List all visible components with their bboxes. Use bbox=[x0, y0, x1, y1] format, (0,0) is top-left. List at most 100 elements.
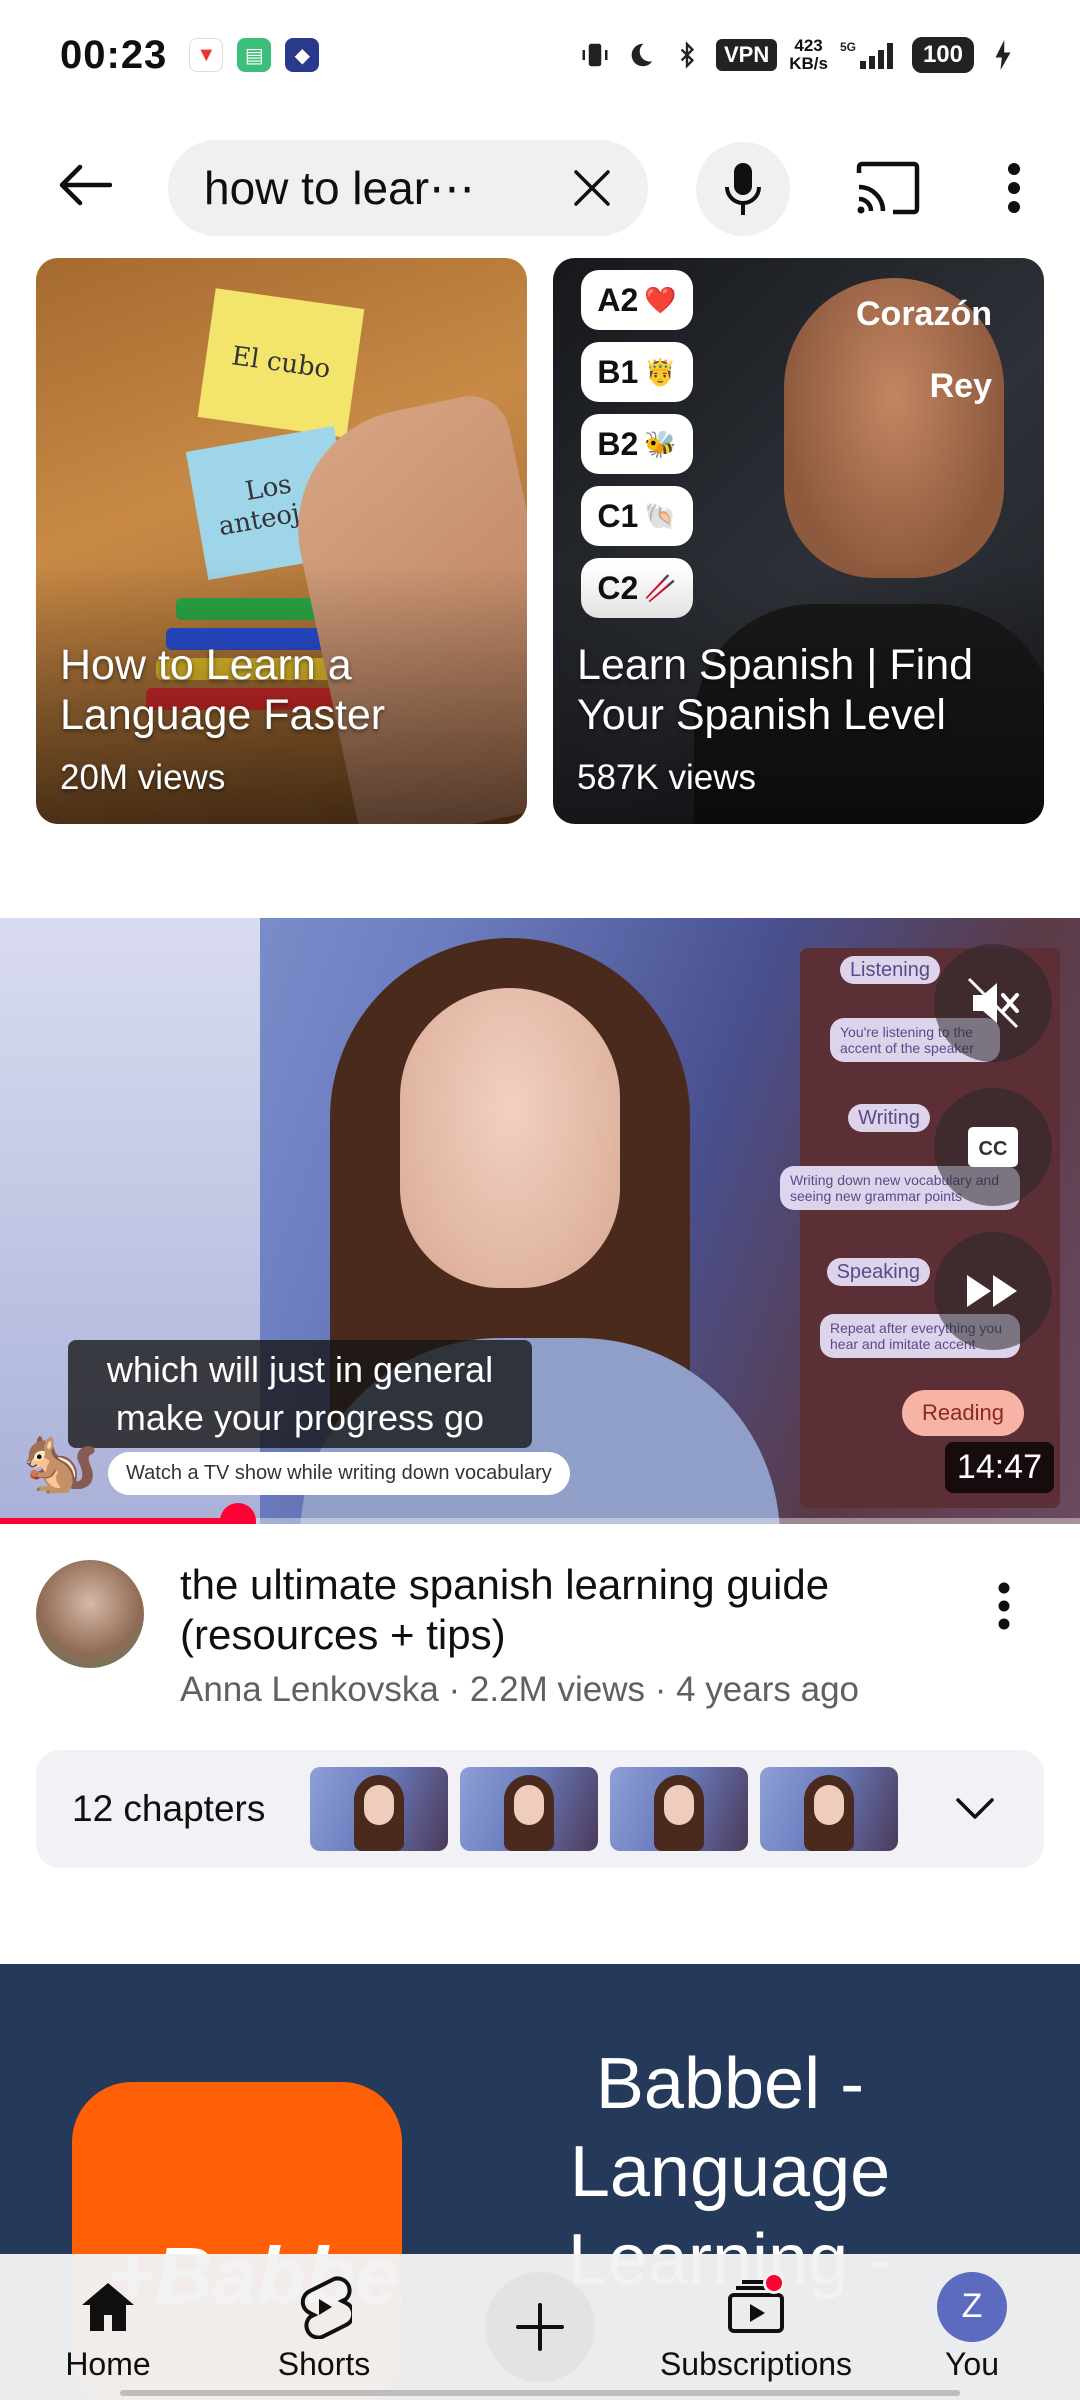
app-notification-icon: ▼ bbox=[189, 38, 224, 72]
chapter-thumbnail[interactable] bbox=[310, 1767, 448, 1851]
vpn-badge: VPN bbox=[715, 39, 778, 71]
app-notification-icon: ◆ bbox=[285, 38, 320, 72]
channel-avatar[interactable] bbox=[36, 1560, 144, 1668]
nav-create[interactable] bbox=[440, 2272, 640, 2382]
video-progress-bar[interactable] bbox=[0, 1503, 1080, 1524]
search-header: how to lear⋯ bbox=[0, 130, 1080, 240]
video-note: Listening bbox=[839, 956, 940, 984]
short-title: Learn Spanish | Find Your Spanish Level bbox=[577, 641, 974, 739]
more-options-button[interactable] bbox=[986, 152, 1042, 224]
nav-you[interactable]: Z You bbox=[872, 2271, 1072, 2383]
video-note: Writing bbox=[848, 1104, 930, 1132]
nav-label: Shorts bbox=[277, 2345, 371, 2382]
chapter-thumbnails bbox=[310, 1767, 898, 1851]
short-card[interactable]: A2❤️ B1🤴 B2🐝 C1🐚 C2🥢 Corazón Rey Learn S… bbox=[553, 258, 1044, 824]
shorts-icon bbox=[289, 2272, 359, 2342]
closed-captions-icon: CC bbox=[968, 1127, 1018, 1167]
nav-label: Subscriptions bbox=[659, 2345, 853, 2382]
shorts-shelf: El cubo Los anteojos How to Learn a Lang… bbox=[36, 258, 1044, 824]
gesture-bar[interactable] bbox=[120, 2390, 960, 2396]
vertical-dots-icon bbox=[998, 1582, 1010, 1630]
network-type: 5G bbox=[840, 40, 856, 54]
short-views: 587K views bbox=[577, 758, 756, 797]
chapter-thumbnail[interactable] bbox=[460, 1767, 598, 1851]
nav-label: Home bbox=[65, 2345, 151, 2382]
bee-emoji-icon: 🐝 bbox=[644, 428, 677, 459]
video-title[interactable]: the ultimate spanish learning guide (res… bbox=[180, 1560, 940, 1660]
status-indicators: VPN 423 KB/s 5G 100 bbox=[578, 37, 1020, 73]
captions-button[interactable]: CC bbox=[934, 1088, 1052, 1206]
video-info[interactable]: the ultimate spanish learning guide (res… bbox=[0, 1560, 1080, 1720]
volume-muted-icon bbox=[967, 977, 1019, 1029]
level-badge: A2 ❤️ bbox=[581, 270, 693, 330]
video-note: Watch a TV show while writing down vocab… bbox=[108, 1452, 570, 1495]
level-label: A2 bbox=[597, 281, 639, 318]
notification-dot bbox=[763, 2271, 785, 2294]
chapters-count: 12 chapters bbox=[72, 1788, 266, 1829]
status-bar: 00:23 ▼ ▤ ◆ VPN 423 KB/s 5G 100 bbox=[0, 0, 1080, 110]
level-badge: B1 🤴 bbox=[581, 342, 693, 402]
video-player[interactable]: Listening You're listening to the accent… bbox=[0, 918, 1080, 1524]
view-count: 2.2M views bbox=[469, 1670, 645, 1709]
separator-dot: · bbox=[448, 1670, 470, 1709]
fast-forward-button[interactable] bbox=[934, 1232, 1052, 1350]
vibrate-icon bbox=[578, 38, 612, 72]
video-note: Speaking bbox=[826, 1258, 930, 1286]
user-avatar: Z bbox=[937, 2271, 1007, 2342]
video-menu-button[interactable] bbox=[984, 1576, 1024, 1636]
overlay-line: Corazón bbox=[856, 295, 992, 333]
prince-emoji-icon: 🤴 bbox=[644, 356, 677, 387]
nav-home[interactable]: Home bbox=[8, 2272, 208, 2383]
chapter-thumbnail[interactable] bbox=[610, 1767, 748, 1851]
search-input[interactable]: how to lear⋯ bbox=[168, 140, 648, 236]
clear-search-button[interactable] bbox=[564, 160, 620, 216]
level-label: B1 bbox=[597, 353, 639, 390]
status-app-icons: ▼ ▤ ◆ bbox=[189, 38, 320, 72]
level-label: C1 bbox=[597, 497, 639, 534]
microphone-icon bbox=[725, 163, 761, 215]
mute-button[interactable] bbox=[934, 944, 1052, 1062]
battery-level: 100 bbox=[911, 37, 974, 73]
squirrel-icon: 🐿️ bbox=[22, 1428, 100, 1497]
level-label: B2 bbox=[597, 425, 639, 462]
video-note: Reading bbox=[902, 1390, 1024, 1436]
chapter-thumbnail[interactable] bbox=[760, 1767, 898, 1851]
plus-icon bbox=[516, 2303, 564, 2351]
short-card[interactable]: El cubo Los anteojos How to Learn a Lang… bbox=[36, 258, 527, 824]
voice-search-button[interactable] bbox=[696, 142, 790, 236]
fast-forward-icon bbox=[967, 1275, 1017, 1307]
video-duration: 14:47 bbox=[944, 1442, 1054, 1493]
separator-dot: · bbox=[654, 1670, 677, 1709]
short-views: 20M views bbox=[60, 758, 226, 797]
signal-icon: 5G bbox=[840, 38, 900, 72]
nav-subscriptions[interactable]: Subscriptions bbox=[656, 2271, 856, 2383]
expand-chapters-button[interactable] bbox=[950, 1784, 1000, 1834]
nav-shorts[interactable]: Shorts bbox=[224, 2272, 424, 2383]
channel-name[interactable]: Anna Lenkovska bbox=[180, 1670, 439, 1709]
bottom-navigation: Home Shorts Subscriptions Z You bbox=[0, 2254, 1080, 2400]
network-speed: 423 KB/s bbox=[789, 37, 828, 73]
speed-value: 423 bbox=[794, 36, 823, 55]
dnd-moon-icon bbox=[624, 38, 658, 72]
status-time: 00:23 bbox=[60, 32, 168, 77]
charging-icon bbox=[986, 38, 1020, 72]
chapters-bar[interactable]: 12 chapters bbox=[36, 1750, 1044, 1868]
create-button[interactable] bbox=[485, 2272, 595, 2382]
overlay-line: Rey bbox=[929, 367, 992, 405]
svg-text:CC: CC bbox=[979, 1138, 1008, 1160]
cast-button[interactable] bbox=[848, 152, 928, 224]
heart-emoji-icon: ❤️ bbox=[644, 284, 677, 315]
bluetooth-icon bbox=[670, 38, 704, 72]
upload-age: 4 years ago bbox=[676, 1670, 860, 1709]
video-metadata: Anna Lenkovska · 2.2M views · 4 years ag… bbox=[180, 1670, 859, 1710]
close-icon bbox=[574, 170, 610, 206]
app-notification-icon: ▤ bbox=[237, 38, 272, 72]
shell-emoji-icon: 🐚 bbox=[644, 500, 677, 531]
sticky-note-image: El cubo bbox=[197, 288, 365, 438]
back-button[interactable] bbox=[44, 150, 124, 220]
vertical-dots-icon bbox=[1008, 163, 1020, 213]
speed-unit: KB/s bbox=[789, 54, 828, 73]
thumbnail-overlay-text: Corazón Rey bbox=[856, 278, 992, 422]
chevron-down-icon bbox=[956, 1798, 994, 1819]
video-caption: which will just in general make your pro… bbox=[68, 1340, 532, 1448]
